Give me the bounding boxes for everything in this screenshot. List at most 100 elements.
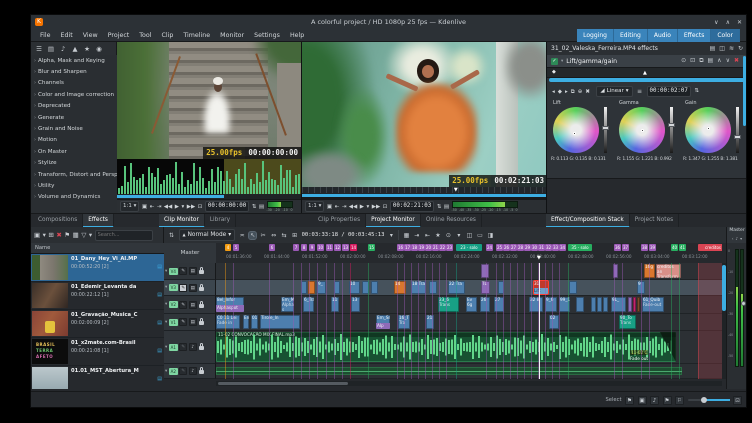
keyframe-timecode[interactable]: 00:00:02:07 xyxy=(647,86,691,97)
timecode-spinner[interactable]: ⇅ xyxy=(252,204,257,210)
monitor-zoom-select[interactable]: 1:1 ▾ xyxy=(120,201,139,212)
track-composite-icon[interactable]: ▤ xyxy=(189,267,197,275)
effect-category[interactable]: ›Generate xyxy=(31,112,117,123)
lock-icon[interactable] xyxy=(199,346,204,350)
menu-item-project[interactable]: Project xyxy=(103,29,135,42)
mute-master-icon[interactable]: ♪ xyxy=(736,235,739,243)
lock-icon[interactable] xyxy=(199,370,204,374)
track-composite-icon[interactable]: ▤ xyxy=(189,318,197,326)
effect-category[interactable]: ›Deprecated xyxy=(31,101,117,112)
keyframe-ruler[interactable]: ◆ ▲ xyxy=(547,68,747,78)
options-menu-icon[interactable]: ≡ xyxy=(636,88,643,95)
snap-toggle-icon[interactable]: ⚐ xyxy=(675,396,684,405)
timeline-clip[interactable] xyxy=(603,297,608,312)
timeline-clip[interactable] xyxy=(371,281,378,294)
track-tag[interactable]: V4 xyxy=(169,268,178,275)
keyframes-icon[interactable]: ⊙ xyxy=(681,57,686,65)
guide-marker[interactable]: 11 xyxy=(326,244,333,251)
workspace-tab-color[interactable]: Color xyxy=(711,29,740,42)
builtin-effects-icon[interactable]: ≋ xyxy=(729,45,734,52)
effect-category[interactable]: ›Channels xyxy=(31,78,117,89)
clip-monitor-waveform[interactable] xyxy=(117,159,301,194)
timeline-clip[interactable]: 10 xyxy=(349,281,360,294)
color-wheel[interactable] xyxy=(553,107,599,153)
guide-marker[interactable]: 6 xyxy=(269,244,275,251)
tab-effect-composition-stack[interactable]: Effect/Composition Stack xyxy=(546,214,630,228)
timeline-clip[interactable] xyxy=(481,264,489,278)
guide-marker[interactable]: 4 xyxy=(225,244,231,251)
track-edit-icon[interactable]: ✎ xyxy=(179,284,187,292)
extract-zone-icon[interactable]: ⇤ xyxy=(424,232,431,239)
timeline-horizontal-scrollbar[interactable] xyxy=(216,381,722,386)
loop-zone-icon[interactable]: ⊡ xyxy=(198,204,203,210)
tab-project-notes[interactable]: Project Notes xyxy=(630,214,679,228)
filter-menu-icon[interactable]: ▾ xyxy=(89,231,92,239)
chevron-down-icon[interactable]: ▾ xyxy=(165,345,167,350)
tab-project-monitor[interactable]: Project Monitor xyxy=(366,214,421,228)
slip-tool-icon[interactable]: ⇆ xyxy=(281,232,288,239)
timeline-clip[interactable]: Em_SnAlp xyxy=(376,315,390,329)
bin-clip[interactable]: BRASILTERRAAFETO01_x2mate.com-Brasil00:0… xyxy=(31,338,164,366)
timeline-clip[interactable]: Ev 6g xyxy=(466,297,477,312)
volume-knob[interactable] xyxy=(741,301,746,306)
effect-category[interactable]: ›Grain and Noise xyxy=(31,123,117,134)
timeline-ruler[interactable]: 456789101112131415161718192021222323 - s… xyxy=(216,243,722,264)
monitor-playhead-icon[interactable]: ▼ xyxy=(454,187,458,193)
guide-marker[interactable]: 7 xyxy=(293,244,299,251)
timeline-clip[interactable] xyxy=(362,281,369,294)
forward-icon[interactable]: ▶▶ xyxy=(187,204,195,210)
razor-tool-icon[interactable]: ✂ xyxy=(260,232,267,239)
guide-marker[interactable]: 24 xyxy=(486,244,493,251)
audio-clip[interactable]: 11-02 CONVOCAÇÃO MIX FINAL.mp311-02 CFad… xyxy=(216,332,676,362)
timeline-clip[interactable]: 8el_InforAlphaspot xyxy=(216,297,244,312)
slider-handle[interactable] xyxy=(602,126,609,130)
save-effect-icon[interactable]: ▤ xyxy=(707,57,713,65)
timeline-clip[interactable]: 16_TTra xyxy=(398,315,410,329)
timeline-clip[interactable]: C0 11 LeiFade in xyxy=(216,315,240,329)
lock-icon[interactable] xyxy=(199,287,204,291)
keyframe-position-icon[interactable]: ▲ xyxy=(643,70,647,76)
render-preview-icon[interactable]: ▭ xyxy=(476,232,483,239)
bin-clip[interactable]: 01_Edemir_Levanta da00:00:22:12 [1]▤ xyxy=(31,282,164,310)
tab-clip-properties[interactable]: Clip Properties xyxy=(313,214,366,228)
effect-category[interactable]: ›Motion xyxy=(31,135,117,146)
duplicate-effect-icon[interactable]: ⧉ xyxy=(699,57,703,65)
show-tags-icon[interactable]: ⚑ xyxy=(625,396,634,405)
guide-marker[interactable]: 13 xyxy=(342,244,349,251)
delete-clip-icon[interactable]: ✖ xyxy=(56,231,61,239)
guide-marker[interactable]: 10 xyxy=(317,244,324,251)
chevron-down-icon[interactable]: ▾ xyxy=(561,59,563,64)
timeline-clip[interactable]: 90_ToTrans xyxy=(619,315,636,329)
zone-out-icon[interactable]: ⇥ xyxy=(157,204,162,210)
effect-category[interactable]: ›Blur and Sharpen xyxy=(31,66,117,77)
track-header-v1[interactable]: ▾V1✎▤ xyxy=(164,314,216,331)
copy-keyframes-icon[interactable]: ⧉ xyxy=(571,89,575,96)
effect-category[interactable]: ›Utility xyxy=(31,180,117,191)
tab-effects[interactable]: Effects xyxy=(83,214,114,228)
monitor-config-icon[interactable]: ▣ xyxy=(142,204,147,210)
menu-item-view[interactable]: View xyxy=(78,29,103,42)
bin-name-column-header[interactable]: Name xyxy=(31,243,164,254)
timeline-clip[interactable]: 9_ xyxy=(317,281,326,294)
timeline-clip[interactable]: 16g xyxy=(644,264,655,278)
tab-clip-monitor[interactable]: Clip Monitor xyxy=(159,214,205,228)
lock-icon[interactable] xyxy=(199,304,204,308)
timeline-clip[interactable] xyxy=(597,297,602,312)
mixer-menu-icon[interactable]: ▾ xyxy=(740,235,742,243)
effect-category[interactable]: ›Alpha, Mask and Keying xyxy=(31,55,117,66)
workspace-tab-editing[interactable]: Editing xyxy=(614,29,648,42)
guide-marker[interactable]: 38 xyxy=(641,244,648,251)
track-composite-icon[interactable]: ▤ xyxy=(189,301,197,309)
track-edit-icon[interactable]: ✎ xyxy=(179,301,187,309)
effect-category[interactable]: ›Stylize xyxy=(31,158,117,169)
timeline-clip[interactable] xyxy=(429,281,437,294)
monitor-menu-icon[interactable]: ▤ xyxy=(259,204,264,210)
effect-category[interactable]: ›On Master xyxy=(31,146,117,157)
collapse-mixer-icon[interactable]: ‹ xyxy=(732,235,734,243)
zone-in-icon[interactable]: ⇤ xyxy=(335,204,340,210)
project-monitor-ruler[interactable]: ▼ xyxy=(302,187,547,197)
play-icon[interactable]: ▶ xyxy=(175,204,179,210)
track-v4[interactable]: 16gcreditos anTransform xyxy=(216,263,722,280)
forward-icon[interactable]: ▶▶ xyxy=(372,204,380,210)
guide-marker[interactable]: 39 xyxy=(649,244,656,251)
